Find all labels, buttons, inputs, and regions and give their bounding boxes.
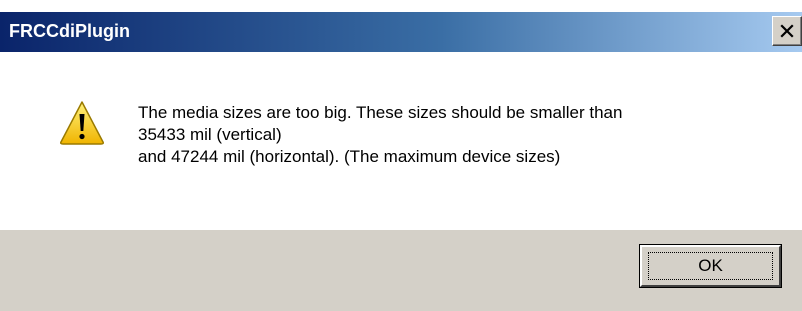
window-title: FRCCdiPlugin bbox=[9, 21, 130, 41]
ok-button[interactable]: OK bbox=[639, 244, 782, 288]
ok-button-label: OK bbox=[698, 256, 723, 275]
title-bar[interactable]: FRCCdiPlugin bbox=[0, 12, 802, 52]
warning-icon bbox=[60, 101, 104, 145]
message-line-2: 35433 mil (vertical) bbox=[138, 125, 282, 144]
button-bar: OK bbox=[0, 230, 802, 311]
close-button[interactable] bbox=[772, 16, 802, 46]
message-area: The media sizes are too big. These sizes… bbox=[0, 52, 802, 230]
message-dialog: FRCCdiPlugin The media sizes are too big… bbox=[0, 0, 802, 311]
message-text: The media sizes are too big. These sizes… bbox=[138, 102, 788, 168]
message-line-1: The media sizes are too big. These sizes… bbox=[138, 103, 623, 122]
message-line-3: and 47244 mil (horizontal). (The maximum… bbox=[138, 147, 561, 166]
close-icon bbox=[780, 24, 794, 38]
